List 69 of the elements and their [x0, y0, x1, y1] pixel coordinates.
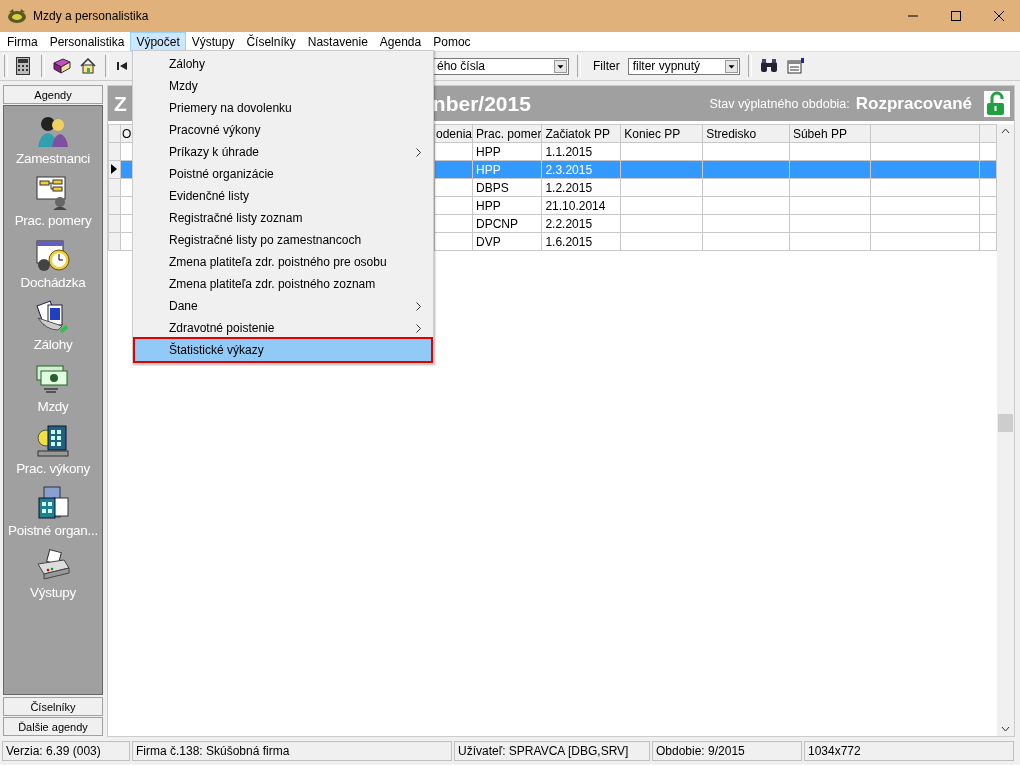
table-cell: HPP: [472, 142, 542, 161]
period-title: nber/2015: [432, 91, 531, 116]
menu-item[interactable]: Nastavenie: [301, 32, 374, 51]
table-cell: DBPS: [472, 178, 542, 197]
menu-item[interactable]: Štatistické výkazy: [135, 339, 431, 361]
menu-item[interactable]: Zmena platiteľa zdr. poistného zoznam: [135, 273, 431, 295]
menu-item[interactable]: Pomoc: [427, 32, 477, 51]
table-cell: 2.2.2015: [541, 214, 621, 233]
menu-item[interactable]: Zmena platiteľa zdr. poistného pre osobu: [135, 251, 431, 273]
home-icon[interactable]: [80, 58, 96, 74]
filter-label: Filter: [593, 59, 620, 73]
window-title: Mzdy a personalistika: [33, 9, 149, 23]
status-label: Stav výplatného obdobia:: [709, 96, 850, 111]
book-icon[interactable]: [53, 58, 71, 74]
menu-item[interactable]: Zdravotné poistenie: [135, 317, 431, 339]
column-header[interactable]: Prac. pomer: [472, 124, 542, 143]
app-icon: [7, 9, 27, 23]
scroll-up-icon[interactable]: [1001, 128, 1011, 134]
calendar-clock-icon[interactable]: [36, 238, 70, 272]
building-calculator-icon[interactable]: [36, 486, 70, 520]
current-row-icon: [111, 163, 117, 174]
menu-item[interactable]: Personalistika: [43, 32, 131, 51]
table-cell: 1.2.2015: [541, 178, 621, 197]
menu-item[interactable]: Číselníky: [240, 32, 302, 51]
menu-item[interactable]: Dane: [135, 295, 431, 317]
maximize-icon[interactable]: [951, 11, 961, 21]
table-cell: 1.6.2015: [541, 232, 621, 251]
menu-item[interactable]: Firma: [1, 32, 44, 51]
status-field: Verzia: 6.39 (003): [2, 740, 130, 761]
menu-item[interactable]: Priemery na dovolenku: [135, 97, 431, 119]
period-title: Z: [114, 91, 127, 116]
column-header[interactable]: Stredisko: [702, 124, 790, 143]
properties-icon[interactable]: [786, 58, 805, 74]
filter-dropdown[interactable]: filter vypnutý: [627, 57, 740, 75]
status-field: 1034x772: [804, 740, 1014, 761]
status-field: Obdobie: 9/2015: [652, 740, 802, 761]
binoculars-icon[interactable]: [759, 59, 778, 73]
cards-hand-icon[interactable]: [36, 300, 70, 334]
column-header[interactable]: odenia: [434, 124, 473, 143]
printer-icon[interactable]: [36, 548, 70, 582]
calculator-clock-icon[interactable]: [36, 424, 70, 458]
people-icon[interactable]: [36, 114, 70, 148]
menu-item[interactable]: Pracovné výkony: [135, 119, 431, 141]
sidebar-button[interactable]: Ďalšie agendy: [3, 717, 103, 736]
banknotes-icon[interactable]: [36, 362, 70, 396]
menu-item[interactable]: Výpočet: [130, 32, 186, 51]
column-header[interactable]: Súbeh PP: [789, 124, 871, 143]
status-value: Rozpracované: [855, 93, 972, 114]
status-field: Firma č.138: Skúšobná firma: [132, 740, 452, 761]
table-cell: 21.10.2014: [541, 196, 621, 215]
column-header[interactable]: Koniec PP: [620, 124, 703, 143]
table-cell: DVP: [472, 232, 542, 251]
menu-item[interactable]: Agenda: [373, 32, 428, 51]
table-cell: DPCNP: [472, 214, 542, 233]
table-cell: 1.1.2015: [541, 142, 621, 161]
close-icon[interactable]: [994, 11, 1004, 21]
agendy-button[interactable]: Agendy: [3, 85, 103, 104]
vertical-scrollbar[interactable]: [997, 124, 1014, 736]
column-header[interactable]: Začiatok PP: [541, 124, 621, 143]
menu-item[interactable]: Výstupy: [185, 32, 241, 51]
calculator-icon[interactable]: [16, 57, 30, 75]
sidebar-button[interactable]: Číselníky: [3, 697, 103, 716]
scroll-down-icon[interactable]: [1001, 726, 1011, 732]
first-record-icon[interactable]: [117, 61, 127, 71]
menu-item[interactable]: Mzdy: [135, 75, 431, 97]
unlocked-icon[interactable]: [984, 90, 1010, 117]
scrollbar-thumb[interactable]: [998, 414, 1014, 432]
status-field: Užívateľ: SPRAVCA [DBG,SRV]: [454, 740, 650, 761]
table-cell: HPP: [472, 196, 542, 215]
